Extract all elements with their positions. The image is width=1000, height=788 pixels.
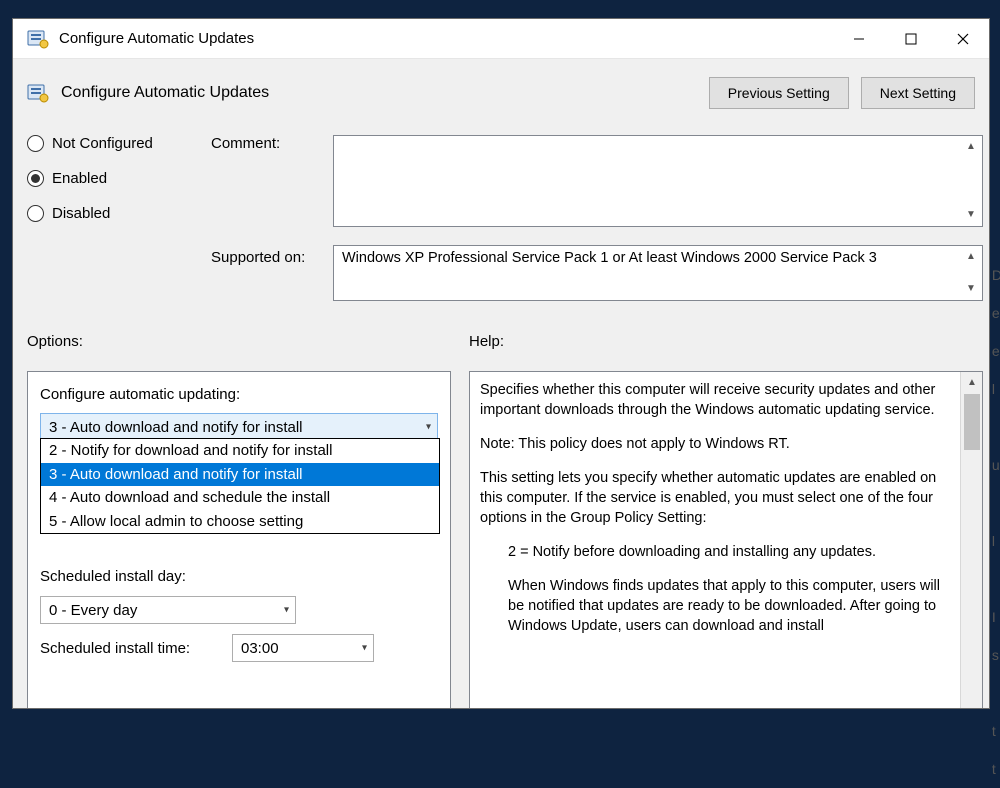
radio-label: Enabled (52, 170, 107, 187)
help-panel: Specifies whether this computer will rec… (469, 371, 983, 708)
chevron-down-icon: ▾ (426, 422, 431, 433)
background-window-fragment: DeelulIstt (992, 256, 1000, 788)
header-row: Configure Automatic Updates Previous Set… (13, 59, 989, 119)
dialog-window: Configure Automatic Updates Configure Au… (12, 18, 990, 709)
scroll-down-icon[interactable]: ▼ (962, 206, 980, 224)
radio-disabled[interactable]: Disabled (27, 205, 153, 222)
maximize-button[interactable] (885, 19, 937, 59)
radio-icon (27, 135, 44, 152)
configure-updating-dropdown: 2 - Notify for download and notify for i… (40, 438, 440, 534)
scheduled-day-label: Scheduled install day: (40, 568, 186, 585)
chevron-down-icon: ▾ (284, 605, 289, 616)
titlebar: Configure Automatic Updates (13, 19, 989, 59)
chevron-down-icon: ▾ (362, 643, 367, 654)
help-text: Specifies whether this computer will rec… (480, 380, 954, 420)
window-controls (833, 19, 989, 58)
scroll-up-icon[interactable]: ▲ (961, 372, 983, 394)
policy-icon (27, 82, 49, 104)
dropdown-option[interactable]: 4 - Auto download and schedule the insta… (41, 486, 439, 510)
supported-on-text: Windows XP Professional Service Pack 1 o… (342, 250, 877, 266)
page-title: Configure Automatic Updates (61, 84, 697, 102)
supported-on-label: Supported on: (211, 249, 305, 266)
next-setting-button[interactable]: Next Setting (861, 77, 975, 109)
scheduled-day-select[interactable]: 0 - Every day ▾ (40, 596, 296, 624)
help-text: 2 = Notify before downloading and instal… (480, 542, 954, 562)
radio-not-configured[interactable]: Not Configured (27, 135, 153, 152)
comment-textarea[interactable]: ▲ ▼ (333, 135, 983, 227)
radio-icon (27, 205, 44, 222)
policy-icon (27, 28, 49, 50)
dropdown-option[interactable]: 2 - Notify for download and notify for i… (41, 439, 439, 463)
select-value: 3 - Auto download and notify for install (49, 419, 303, 436)
configure-updating-select[interactable]: 3 - Auto download and notify for install… (40, 413, 438, 441)
comment-label: Comment: (211, 135, 280, 152)
dialog-content: Configure Automatic Updates Previous Set… (13, 59, 989, 708)
close-button[interactable] (937, 19, 989, 59)
scroll-up-icon[interactable]: ▲ (962, 138, 980, 156)
help-text: Note: This policy does not apply to Wind… (480, 434, 954, 454)
help-text: When Windows finds updates that apply to… (480, 576, 954, 636)
state-radio-group: Not Configured Enabled Disabled (27, 135, 153, 222)
scheduled-time-select[interactable]: 03:00 ▾ (232, 634, 374, 662)
dropdown-option[interactable]: 3 - Auto download and notify for install (41, 463, 439, 487)
dropdown-option[interactable]: 5 - Allow local admin to choose setting (41, 510, 439, 534)
options-panel: Configure automatic updating: 3 - Auto d… (27, 371, 451, 708)
radio-enabled[interactable]: Enabled (27, 170, 153, 187)
scrollbar-thumb[interactable] (964, 394, 980, 450)
select-value: 03:00 (241, 640, 279, 657)
configure-updating-label: Configure automatic updating: (40, 386, 438, 403)
scheduled-time-label: Scheduled install time: (40, 640, 190, 657)
scroll-up-icon[interactable]: ▲ (962, 248, 980, 266)
scroll-down-icon[interactable]: ▼ (962, 280, 980, 298)
select-value: 0 - Every day (49, 602, 137, 619)
window-title: Configure Automatic Updates (59, 30, 833, 47)
options-heading: Options: (27, 333, 83, 350)
previous-setting-button[interactable]: Previous Setting (709, 77, 849, 109)
radio-icon (27, 170, 44, 187)
radio-label: Not Configured (52, 135, 153, 152)
minimize-button[interactable] (833, 19, 885, 59)
help-heading: Help: (469, 333, 504, 350)
help-scrollbar[interactable]: ▲ (960, 372, 982, 708)
supported-on-textarea: Windows XP Professional Service Pack 1 o… (333, 245, 983, 301)
help-text: This setting lets you specify whether au… (480, 468, 954, 528)
radio-label: Disabled (52, 205, 110, 222)
